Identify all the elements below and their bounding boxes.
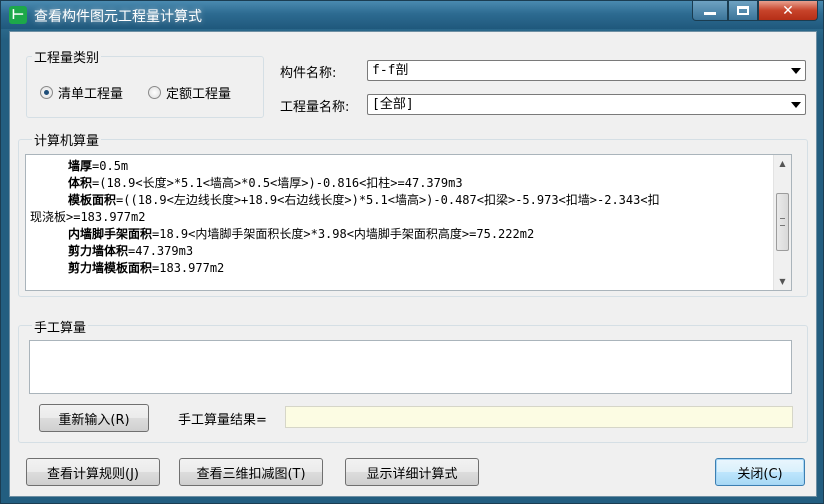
component-name-value: f-f剖 <box>372 63 409 78</box>
formula-expr: =((18.9<左边线长度>+18.9<右边线长度>)*5.1<墙高>)-0.4… <box>116 193 660 207</box>
radio-quota-quantity-label: 定额工程量 <box>166 87 232 102</box>
window-title: 查看构件图元工程量计算式 <box>34 9 202 25</box>
quantity-type-label: 工程量类别 <box>32 47 102 66</box>
formula-expr: 现浇板>=183.977m2 <box>30 210 146 224</box>
minimize-button[interactable] <box>692 1 728 21</box>
view-rules-button[interactable]: 查看计算规则(J) <box>26 458 160 486</box>
close-button[interactable]: 关闭(C) <box>715 458 805 486</box>
manual-formula-input[interactable] <box>29 340 792 394</box>
quantity-name-label: 工程量名称: <box>280 100 350 115</box>
vertical-scrollbar[interactable]: ▲ ▼ <box>773 155 791 290</box>
dropdown-arrow-icon <box>791 102 801 108</box>
radio-bill-quantity-label: 清单工程量 <box>58 87 124 102</box>
formula-expr: =18.9<内墙脚手架面积长度>*3.98<内墙脚手架面积高度>=75.222m… <box>152 227 535 241</box>
formula-line: 体积=(18.9<长度>*5.1<墙高>*0.5<墙厚>)-0.816<扣柱>=… <box>26 175 773 192</box>
formula-line: 剪力墙体积=47.379m3 <box>26 243 773 260</box>
minimize-icon <box>704 12 716 15</box>
view-3d-deduction-button[interactable]: 查看三维扣减图(T) <box>179 458 323 486</box>
quantity-name-select[interactable]: [全部] <box>367 94 806 115</box>
formula-text: 墙厚=0.5m 体积=(18.9<长度>*5.1<墙高>*0.5<墙厚>)-0.… <box>26 155 773 290</box>
maximize-button[interactable] <box>728 1 758 21</box>
app-icon: ⊢ <box>9 6 27 24</box>
scroll-up-icon[interactable]: ▲ <box>774 155 791 172</box>
radio-quota-quantity[interactable]: 定额工程量 <box>148 83 231 102</box>
formula-line: 剪力墙模板面积=183.977m2 <box>26 260 773 277</box>
formula-term: 内墙脚手架面积 <box>68 227 153 241</box>
formula-line: 模板面积=((18.9<左边线长度>+18.9<右边线长度>)*5.1<墙高>)… <box>26 192 773 209</box>
maximize-icon <box>737 6 749 15</box>
title-bar[interactable]: ⊢ 查看构件图元工程量计算式 ✕ <box>1 1 823 29</box>
reenter-button[interactable]: 重新输入(R) <box>39 404 149 432</box>
radio-bill-quantity[interactable]: 清单工程量 <box>40 83 123 102</box>
manual-result-field[interactable] <box>285 406 793 428</box>
formula-term: 体积 <box>68 176 93 190</box>
dialog-window: ⊢ 查看构件图元工程量计算式 ✕ 工程量类别 清单工程量 定额工程量 构件名称:… <box>0 0 824 504</box>
dropdown-arrow-icon <box>791 68 801 74</box>
show-detail-formula-button[interactable]: 显示详细计算式 <box>345 458 479 486</box>
formula-expr: =0.5m <box>92 159 129 173</box>
close-window-button[interactable]: ✕ <box>758 1 818 21</box>
formula-line-wrap: 现浇板>=183.977m2 <box>26 209 773 226</box>
radio-checked-icon <box>40 86 53 99</box>
component-name-label: 构件名称: <box>280 66 337 81</box>
formula-expr: =47.379m3 <box>128 244 194 258</box>
close-icon: ✕ <box>782 2 794 19</box>
formula-term: 剪力墙模板面积 <box>68 261 153 275</box>
formula-line: 内墙脚手架面积=18.9<内墙脚手架面积长度>*3.98<内墙脚手架面积高度>=… <box>26 226 773 243</box>
quantity-name-value: [全部] <box>372 97 414 112</box>
formula-term: 模板面积 <box>68 193 117 207</box>
formula-expr: =(18.9<长度>*5.1<墙高>*0.5<墙厚>)-0.816<扣柱>=47… <box>92 176 463 190</box>
computed-label: 计算机算量 <box>32 130 102 149</box>
scroll-thumb[interactable] <box>776 193 789 251</box>
radio-unchecked-icon <box>148 86 161 99</box>
formula-expr: =183.977m2 <box>152 261 225 275</box>
dialog-client-area: 工程量类别 清单工程量 定额工程量 构件名称: f-f剖 工程量名称: [全部]… <box>9 31 817 497</box>
scroll-down-icon[interactable]: ▼ <box>774 273 791 290</box>
component-name-select[interactable]: f-f剖 <box>367 60 806 81</box>
formula-line: 墙厚=0.5m <box>26 158 773 175</box>
computed-formula-box[interactable]: 墙厚=0.5m 体积=(18.9<长度>*5.1<墙高>*0.5<墙厚>)-0.… <box>25 154 792 291</box>
formula-term: 墙厚 <box>68 159 93 173</box>
manual-label: 手工算量 <box>32 317 89 336</box>
formula-term: 剪力墙体积 <box>68 244 129 258</box>
manual-result-label: 手工算量结果= <box>178 413 267 428</box>
